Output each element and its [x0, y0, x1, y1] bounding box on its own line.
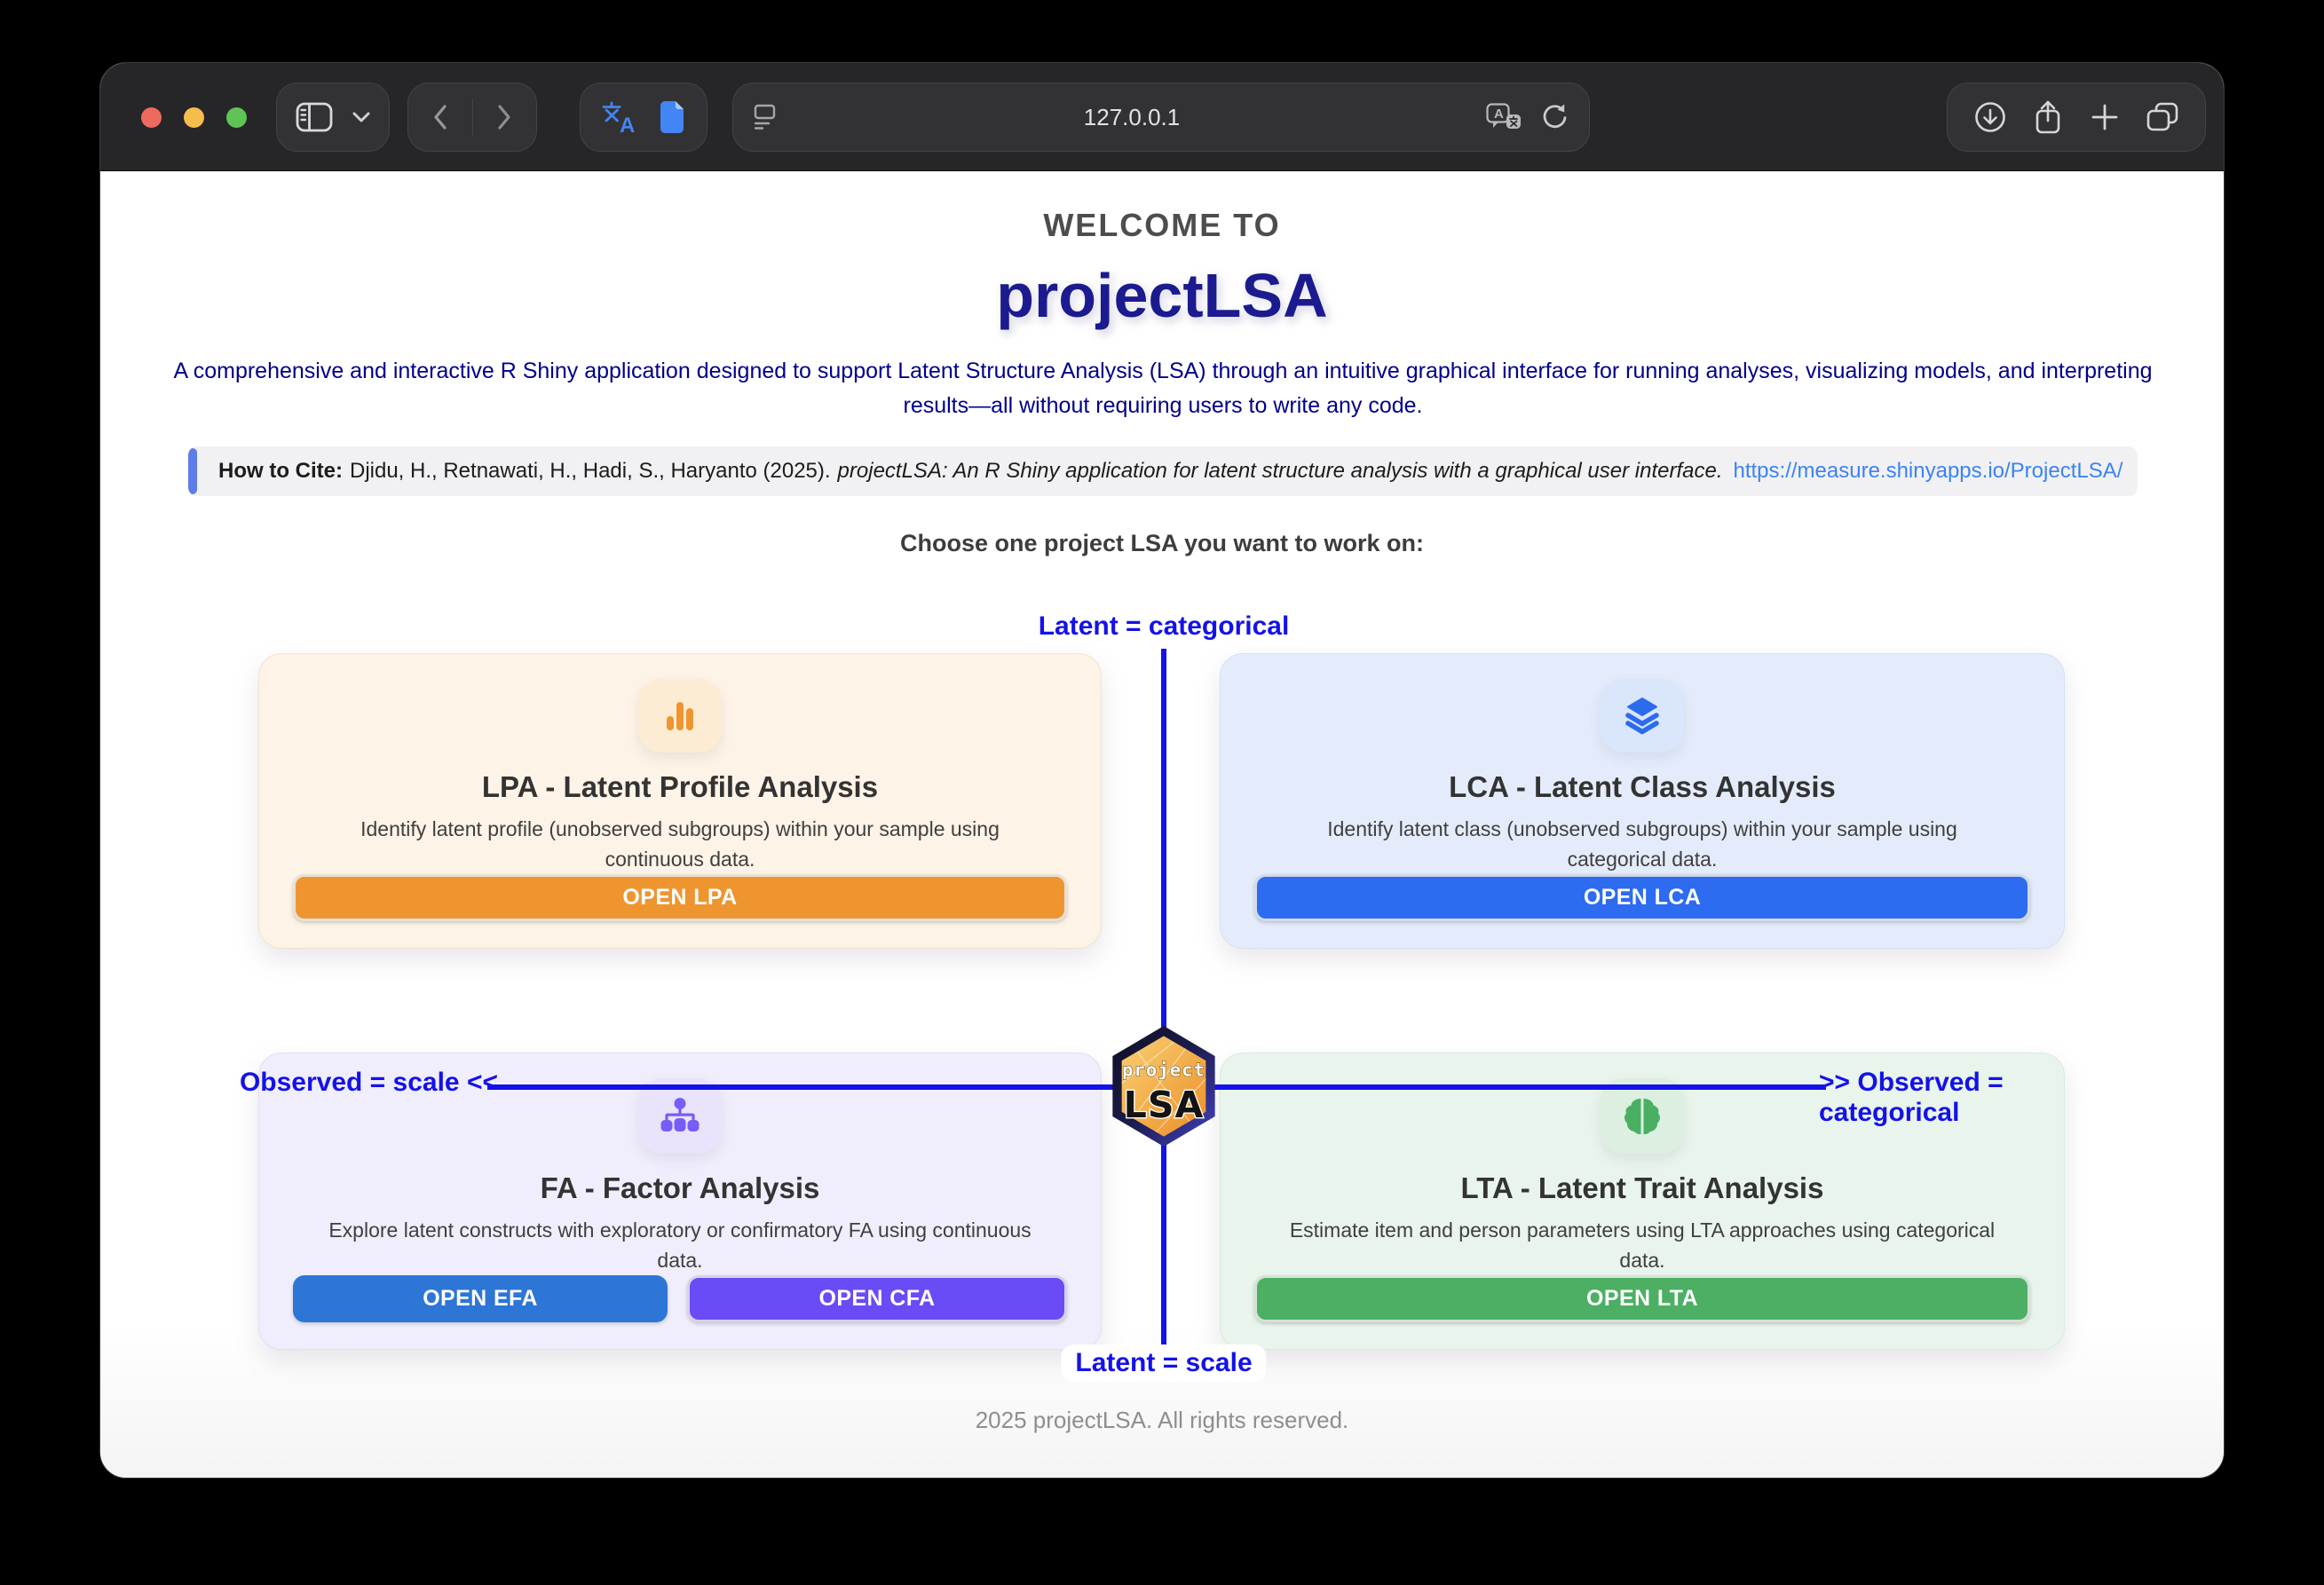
- document-icon[interactable]: [658, 99, 686, 135]
- lpa-card: LPA - Latent Profile Analysis Identify l…: [258, 653, 1102, 949]
- translate-button-group: A: [580, 83, 707, 152]
- lca-card-title: LCA - Latent Class Analysis: [1449, 770, 1836, 804]
- lca-card: LCA - Latent Class Analysis Identify lat…: [1220, 653, 2065, 949]
- layers-icon: [1601, 679, 1684, 753]
- lpa-card-desc: Identify latent profile (unobserved subg…: [324, 815, 1036, 874]
- page-title: projectLSA: [100, 260, 2224, 331]
- lta-card-title: LTA - Latent Trait Analysis: [1461, 1171, 1824, 1205]
- new-tab-icon[interactable]: [2090, 102, 2120, 132]
- traffic-lights: [141, 107, 247, 128]
- citation-title: projectLSA: An R Shiny application for l…: [838, 459, 1723, 484]
- url-bar[interactable]: 127.0.0.1 A: [732, 83, 1590, 152]
- app-subtitle: A comprehensive and interactive R Shiny …: [155, 354, 2170, 423]
- lta-card-desc: Estimate item and person parameters usin…: [1285, 1216, 1999, 1275]
- svg-text:A: A: [1494, 106, 1504, 122]
- window-actions-group: [1947, 83, 2206, 152]
- nav-button-group: [407, 83, 537, 152]
- translate-badge-icon[interactable]: A: [1486, 103, 1523, 131]
- downloads-icon[interactable]: [1973, 100, 2007, 134]
- logo-text-lsa: LSA: [1124, 1084, 1205, 1126]
- logo-text-project: project: [1122, 1060, 1205, 1081]
- axis-label-right: >> Observed = categorical: [1819, 1068, 2138, 1128]
- axis-label-left: Observed = scale <<: [196, 1068, 498, 1098]
- chevron-down-icon[interactable]: [352, 112, 370, 122]
- citation-accent-bar: [188, 448, 197, 494]
- fa-card-title: FA - Factor Analysis: [541, 1171, 820, 1205]
- vertical-axis-line: [1161, 649, 1166, 1380]
- app-page: WELCOME TO projectLSA A comprehensive an…: [100, 171, 2224, 1479]
- open-cfa-button[interactable]: OPEN CFA: [687, 1275, 1067, 1322]
- svg-text:A: A: [620, 114, 635, 134]
- minimize-window-button[interactable]: [184, 107, 204, 128]
- welcome-heading: WELCOME TO: [100, 207, 2224, 244]
- sidebar-icon[interactable]: [296, 102, 333, 132]
- back-icon[interactable]: [433, 105, 447, 130]
- open-efa-button[interactable]: OPEN EFA: [293, 1275, 668, 1322]
- open-lca-button[interactable]: OPEN LCA: [1254, 874, 2030, 921]
- fa-card-desc: Explore latent constructs with explorato…: [324, 1216, 1036, 1275]
- axis-label-top: Latent = categorical: [1024, 608, 1304, 645]
- citation-authors: Djidu, H., Retnawati, H., Hadi, S., Hary…: [350, 459, 831, 484]
- project-lsa-logo: project LSA: [1109, 1024, 1219, 1148]
- footer-text: 2025 projectLSA. All rights reserved.: [100, 1407, 2224, 1434]
- url-text[interactable]: 127.0.0.1: [778, 104, 1486, 131]
- browser-toolbar: A 127.0.0.1: [100, 63, 2224, 171]
- forward-icon[interactable]: [497, 105, 511, 130]
- translate-icon[interactable]: A: [601, 100, 638, 134]
- share-icon[interactable]: [2033, 99, 2063, 136]
- sidebar-button-group: [276, 83, 390, 152]
- tabs-overview-icon[interactable]: [2146, 102, 2179, 132]
- axis-label-bottom: Latent = scale: [1061, 1344, 1266, 1382]
- lpa-card-title: LPA - Latent Profile Analysis: [482, 770, 878, 804]
- reload-icon[interactable]: [1539, 102, 1569, 132]
- nav-divider: [472, 99, 473, 136]
- browser-window: A 127.0.0.1: [99, 62, 2225, 1479]
- reader-icon[interactable]: [753, 103, 778, 131]
- open-lta-button[interactable]: OPEN LTA: [1254, 1275, 2030, 1322]
- citation-box: How to Cite: Djidu, H., Retnawati, H., H…: [188, 446, 2138, 496]
- zoom-window-button[interactable]: [226, 107, 247, 128]
- lca-card-desc: Identify latent class (unobserved subgro…: [1285, 815, 1999, 874]
- bar-chart-icon: [638, 679, 722, 753]
- open-lpa-button[interactable]: OPEN LPA: [293, 874, 1067, 921]
- close-window-button[interactable]: [141, 107, 162, 128]
- citation-label: How to Cite:: [218, 459, 343, 484]
- citation-link[interactable]: https://measure.shinyapps.io/ProjectLSA/: [1734, 459, 2123, 484]
- choose-prompt: Choose one project LSA you want to work …: [100, 530, 2224, 557]
